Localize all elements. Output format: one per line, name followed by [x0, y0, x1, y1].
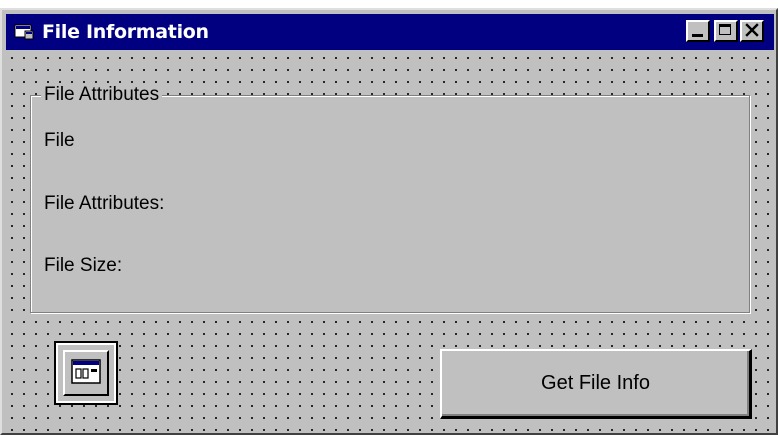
common-dialog-control-face — [63, 350, 109, 396]
form-window: File Information File Attributes File Fi… — [0, 8, 778, 435]
maximize-icon — [719, 24, 731, 35]
minimize-button[interactable] — [686, 20, 710, 42]
window-title: File Information — [42, 21, 209, 43]
common-dialog-control[interactable] — [56, 343, 116, 403]
form-window-icon[interactable] — [14, 24, 34, 40]
form-design-surface[interactable]: File Attributes File File Attributes: Fi… — [6, 52, 774, 431]
file-size-label: File Size: — [44, 255, 123, 276]
maximize-button[interactable] — [714, 20, 738, 42]
file-attributes-label: File Attributes: — [44, 193, 165, 214]
common-dialog-icon — [71, 359, 101, 384]
minimize-icon — [692, 34, 703, 37]
close-icon — [744, 22, 760, 38]
frame-caption: File Attributes — [41, 84, 163, 106]
close-button[interactable] — [740, 20, 764, 42]
get-file-info-button[interactable]: Get File Info — [440, 349, 752, 419]
file-label: File — [44, 130, 75, 151]
file-attributes-frame[interactable]: File Attributes File File Attributes: Fi… — [30, 84, 750, 313]
title-bar[interactable]: File Information — [6, 14, 774, 50]
